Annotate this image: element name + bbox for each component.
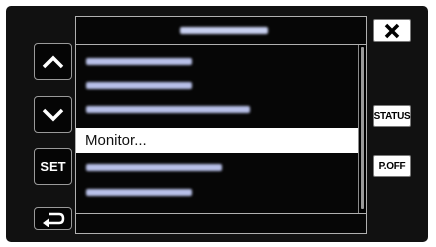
menu-item-3[interactable] [76,97,358,122]
chevron-up-icon [42,55,64,68]
back-button[interactable] [34,207,72,230]
blurred-label [86,82,192,89]
back-arrow-icon [43,212,65,227]
power-off-button[interactable]: P.OFF [373,155,411,177]
close-icon [384,23,400,38]
status-button-label: STATUS [373,110,411,122]
down-button[interactable] [34,96,72,133]
menu-header [76,17,366,45]
menu-item-6[interactable] [76,180,358,205]
menu-list-frame: Monitor... [75,16,367,234]
menu-footer [76,213,366,233]
blurred-label [86,106,250,113]
camera-menu-screen: SET Monitor... STATUS P.OFF [0,0,436,247]
menu-item-label: Monitor... [85,132,147,149]
menu-item-1[interactable] [76,49,358,74]
up-button[interactable] [34,43,72,80]
blurred-label [86,164,222,171]
menu-panel: SET Monitor... STATUS P.OFF [6,6,428,242]
menu-item-monitor[interactable]: Monitor... [76,128,358,153]
chevron-down-icon [42,108,64,121]
blurred-label [86,189,192,196]
power-off-button-label: P.OFF [378,160,406,172]
scrollbar-thumb[interactable] [361,47,364,209]
close-button[interactable] [373,19,411,42]
blurred-label [86,58,192,65]
menu-item-2[interactable] [76,73,358,98]
status-button[interactable]: STATUS [373,105,411,127]
blurred-title [180,27,268,34]
set-button-label: SET [40,159,66,174]
menu-scrollbar[interactable] [358,45,366,213]
menu-item-5[interactable] [76,155,358,180]
set-button[interactable]: SET [34,148,72,185]
